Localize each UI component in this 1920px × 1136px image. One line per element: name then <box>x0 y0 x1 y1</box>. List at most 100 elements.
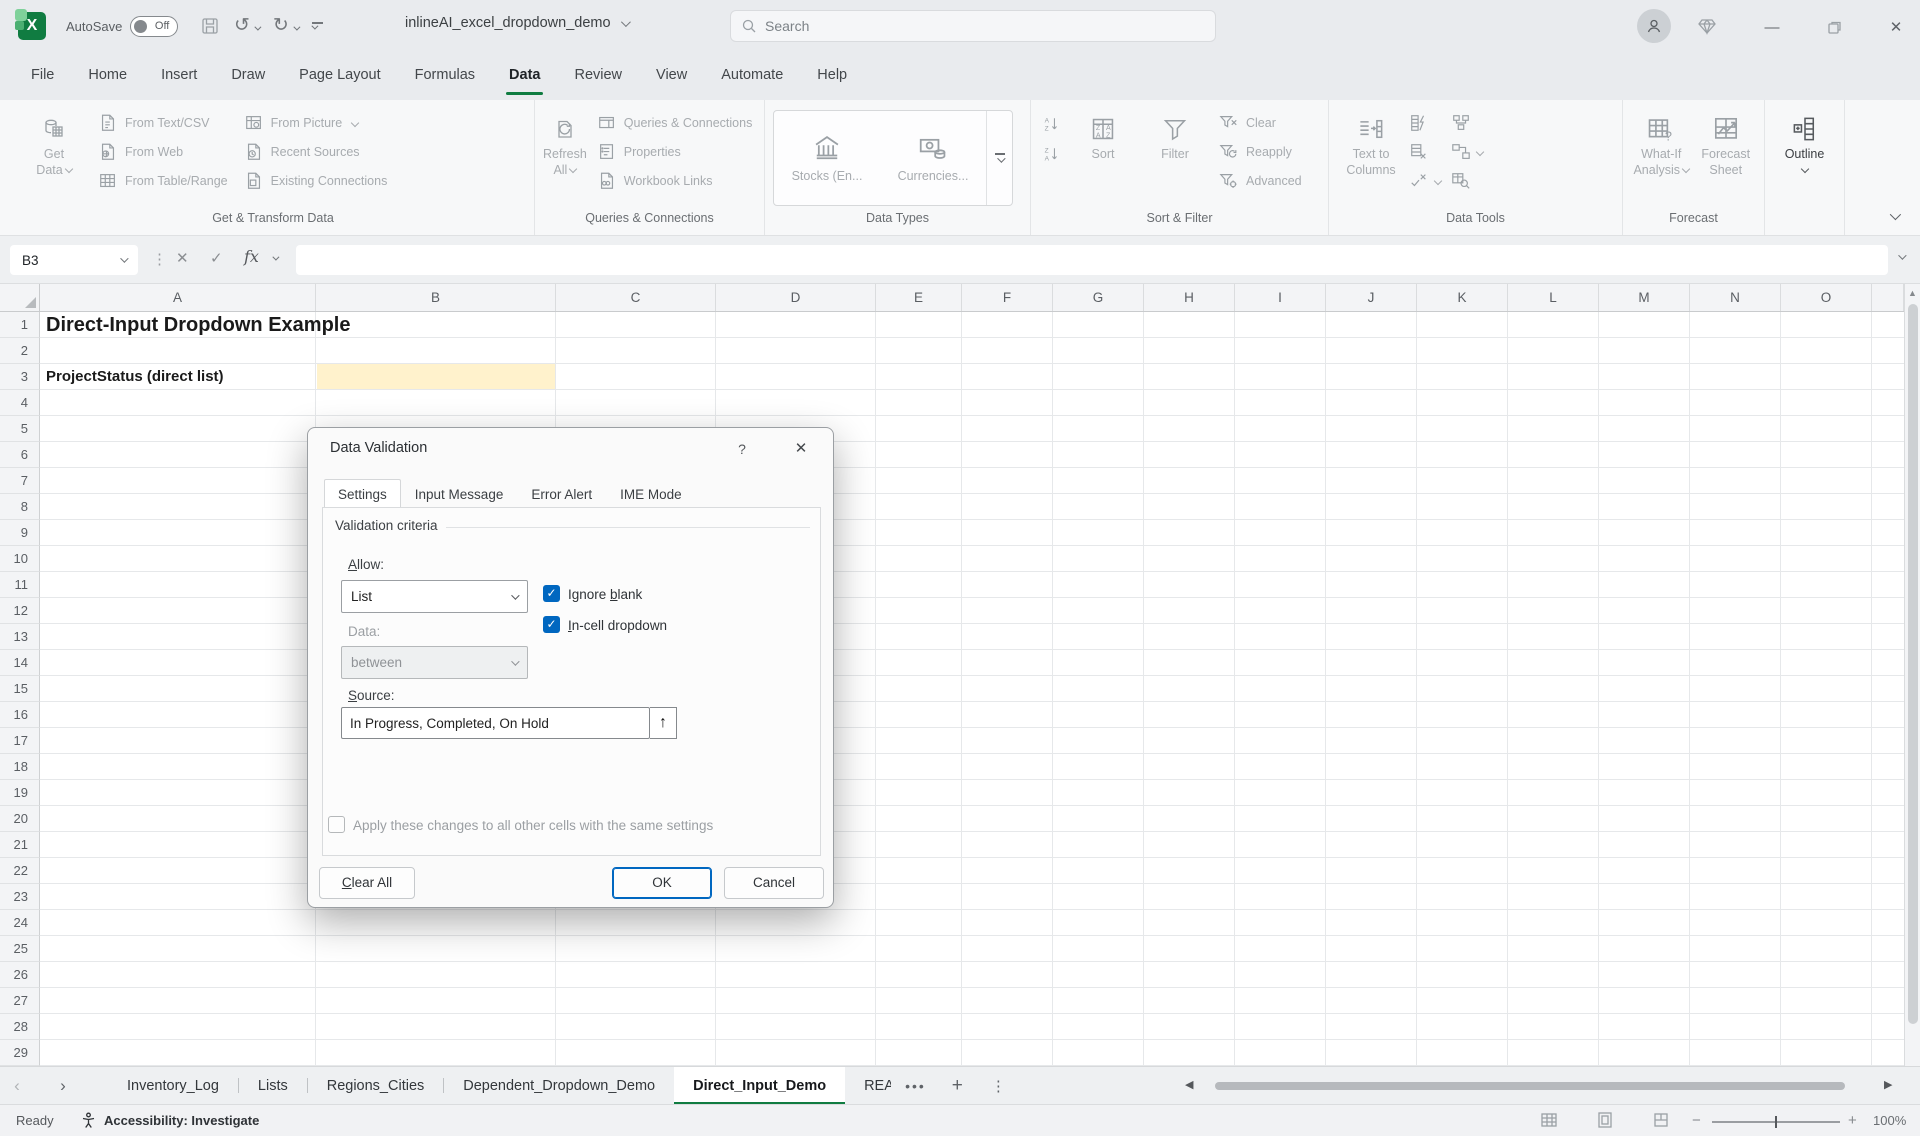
row-header-7[interactable]: 7 <box>0 468 40 494</box>
dropdown-button[interactable] <box>501 581 527 612</box>
clear-all-button[interactable]: Clear All <box>319 867 415 899</box>
column-header-I[interactable]: I <box>1235 284 1326 311</box>
chevron-down-icon[interactable] <box>254 24 261 31</box>
ignore-blank-checkbox[interactable]: ✓ <box>543 585 560 602</box>
flash-fill-button[interactable] <box>1409 113 1441 133</box>
sheet-tab-regions-cities[interactable]: Regions_Cities <box>308 1067 444 1105</box>
recent-sources-button[interactable]: Recent Sources <box>238 137 394 166</box>
user-avatar[interactable] <box>1637 9 1671 43</box>
ribbon-tab-data[interactable]: Data <box>492 52 557 100</box>
row-header-11[interactable]: 11 <box>0 572 40 598</box>
insert-function-icon[interactable]: fx <box>244 247 259 266</box>
range-selector-button[interactable]: ↑ <box>650 707 677 739</box>
grid-row[interactable] <box>40 936 1904 962</box>
grid-row[interactable] <box>40 962 1904 988</box>
row-header-19[interactable]: 19 <box>0 780 40 806</box>
gallery-more-button[interactable] <box>986 111 1012 205</box>
sort-az-button[interactable]: AZ <box>1039 112 1065 136</box>
grid-row[interactable] <box>40 1014 1904 1040</box>
dialog-tab-input-message[interactable]: Input Message <box>401 480 518 508</box>
sheet-tab-read[interactable]: READ <box>845 1067 891 1105</box>
stocks-en-button[interactable]: Stocks (En... <box>774 111 880 205</box>
row-header-27[interactable]: 27 <box>0 988 40 1014</box>
column-header-E[interactable]: E <box>876 284 962 311</box>
dialog-tab-ime-mode[interactable]: IME Mode <box>606 480 696 508</box>
row-header-18[interactable]: 18 <box>0 754 40 780</box>
row-header-1[interactable]: 1 <box>0 312 40 338</box>
column-header-M[interactable]: M <box>1599 284 1690 311</box>
row-header-3[interactable]: 3 <box>0 364 40 390</box>
row-header-5[interactable]: 5 <box>0 416 40 442</box>
accessibility-status[interactable]: Accessibility: Investigate <box>80 1112 259 1129</box>
chevron-down-icon[interactable] <box>272 254 279 261</box>
reapply-button[interactable]: Reapply <box>1213 137 1308 166</box>
chevron-down-icon[interactable] <box>120 254 128 262</box>
remove-duplicates-button[interactable] <box>1409 142 1441 162</box>
row-header-20[interactable]: 20 <box>0 806 40 832</box>
filter-button[interactable]: Filter <box>1141 106 1209 162</box>
sheet-nav-next-icon[interactable]: › <box>46 1076 80 1096</box>
clear-button[interactable]: Clear <box>1213 108 1308 137</box>
ribbon-tab-insert[interactable]: Insert <box>144 52 214 100</box>
allow-dropdown[interactable]: List <box>341 580 528 613</box>
data-validation-button[interactable] <box>1409 171 1441 191</box>
row-header-25[interactable]: 25 <box>0 936 40 962</box>
add-sheet-button[interactable]: + <box>952 1075 963 1097</box>
row-header-24[interactable]: 24 <box>0 910 40 936</box>
undo-button[interactable]: ↺ <box>234 12 259 40</box>
dialog-tab-error-alert[interactable]: Error Alert <box>517 480 606 508</box>
ribbon-tab-home[interactable]: Home <box>71 52 144 100</box>
dialog-title[interactable]: Data Validation <box>330 440 427 456</box>
get-data-button[interactable]: GetData <box>20 106 88 178</box>
save-icon[interactable] <box>200 16 220 36</box>
sheet-tab-inventory-log[interactable]: Inventory_Log <box>108 1067 238 1105</box>
apply-to-all-checkbox[interactable] <box>328 816 345 833</box>
normal-view-icon[interactable] <box>1540 1111 1558 1129</box>
row-header-21[interactable]: 21 <box>0 832 40 858</box>
close-button[interactable]: ✕ <box>1876 14 1916 40</box>
grid-row[interactable] <box>40 390 1904 416</box>
column-header-B[interactable]: B <box>316 284 556 311</box>
gem-icon[interactable] <box>1697 16 1717 36</box>
queries-connections-button[interactable]: Queries & Connections <box>591 108 759 137</box>
sheet-overflow-button[interactable]: ••• <box>905 1078 926 1094</box>
sheet-nav-prev-icon[interactable]: ‹ <box>0 1076 34 1096</box>
grid-row[interactable] <box>40 338 1904 364</box>
vertical-scrollbar[interactable]: ▲ <box>1904 284 1920 1066</box>
column-header-C[interactable]: C <box>556 284 716 311</box>
ribbon-tab-help[interactable]: Help <box>800 52 864 100</box>
zoom-level[interactable]: 100% <box>1873 1113 1906 1128</box>
from-table-range-button[interactable]: From Table/Range <box>92 166 234 195</box>
customize-quick-access-icon[interactable] <box>312 22 323 30</box>
data-model-button[interactable] <box>1451 171 1483 191</box>
row-header-15[interactable]: 15 <box>0 676 40 702</box>
scroll-right-icon[interactable]: ▶ <box>1884 1078 1892 1091</box>
relationships-button[interactable] <box>1451 142 1483 162</box>
row-header-9[interactable]: 9 <box>0 520 40 546</box>
incell-dropdown-checkbox[interactable]: ✓ <box>543 616 560 633</box>
properties-button[interactable]: Properties <box>591 137 759 166</box>
ribbon-tab-automate[interactable]: Automate <box>704 52 800 100</box>
zoom-in-button[interactable]: + <box>1848 1112 1857 1129</box>
minimize-button[interactable]: — <box>1752 14 1792 40</box>
row-header-23[interactable]: 23 <box>0 884 40 910</box>
grid-row[interactable] <box>40 910 1904 936</box>
ribbon-tab-view[interactable]: View <box>639 52 704 100</box>
zoom-slider-thumb[interactable] <box>1775 1116 1777 1128</box>
cell-B3[interactable] <box>317 364 555 389</box>
page-layout-view-icon[interactable] <box>1596 1111 1614 1129</box>
column-header-A[interactable]: A <box>40 284 316 311</box>
row-header-28[interactable]: 28 <box>0 1014 40 1040</box>
forecast-sheet-button[interactable]: ForecastSheet <box>1696 106 1757 178</box>
row-header-29[interactable]: 29 <box>0 1040 40 1066</box>
row-header-6[interactable]: 6 <box>0 442 40 468</box>
grid-row[interactable] <box>40 988 1904 1014</box>
what-if-analysis-button[interactable]: ?What-IfAnalysis <box>1631 106 1692 178</box>
sheet-menu-button[interactable]: ⋮ <box>991 1077 1006 1095</box>
cancel-button[interactable]: Cancel <box>724 867 824 899</box>
column-header-J[interactable]: J <box>1326 284 1417 311</box>
column-header-O[interactable]: O <box>1781 284 1872 311</box>
expand-formula-bar-icon[interactable] <box>1898 251 1906 259</box>
column-header-G[interactable]: G <box>1053 284 1144 311</box>
column-header-D[interactable]: D <box>716 284 876 311</box>
